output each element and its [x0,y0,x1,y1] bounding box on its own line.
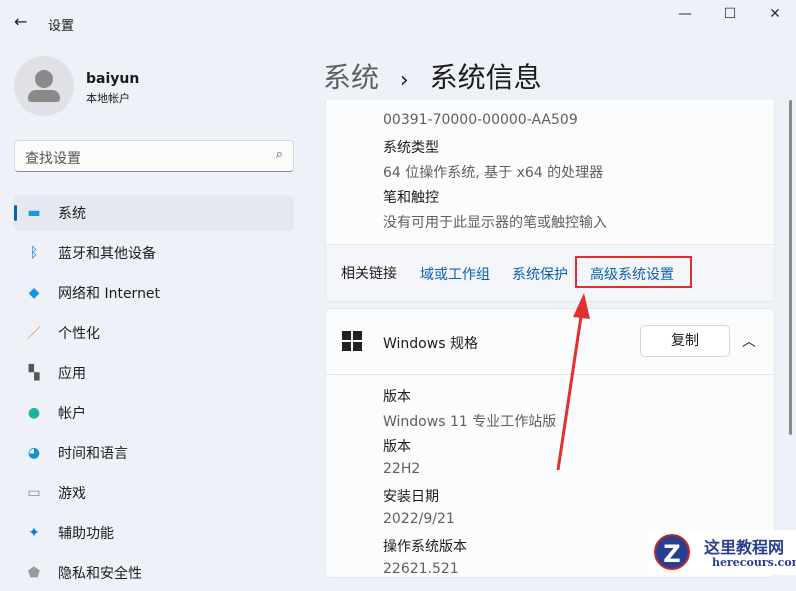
monitor-icon: ▬ [27,205,41,221]
sidebar-item-label: 帐户 [58,406,86,422]
sidebar-item[interactable]: ▚ 应用 [14,355,294,391]
sidebar-item-label: 应用 [58,366,86,382]
page-title: 系统信息 [429,61,542,94]
windows-specs-title: Windows 规格 [383,336,478,352]
pen-touch-label: 笔和触控 [383,190,439,206]
spec-label: 版本 [383,389,411,405]
account-type: 本地帐户 [86,92,130,105]
active-indicator [14,205,17,221]
sidebar-item[interactable]: ◆ 网络和 Internet [14,275,294,311]
sidebar-item-label: 个性化 [58,326,100,342]
accessibility-icon: ✦ [28,525,40,541]
sidebar-item-label: 隐私和安全性 [58,566,142,582]
brush-icon: ／ [27,326,41,342]
sidebar-item[interactable]: ✦ 辅助功能 [14,515,294,551]
search-icon: ⌕ [275,147,283,162]
sidebar-item-label: 辅助功能 [58,526,114,542]
system-type-value: 64 位操作系统, 基于 x64 的处理器 [383,165,604,181]
red-arrow-annotation [556,293,590,471]
watermark-name: 这里教程网 [704,538,785,557]
person-body-icon [28,90,60,102]
wifi-icon: ◆ [28,285,40,301]
search-placeholder: 查找设置 [25,151,81,167]
title-bar: ← 设置 — ☐ ✕ [0,0,796,45]
gamepad-icon: ▭ [27,485,41,501]
sidebar-item-label: 游戏 [58,486,86,502]
product-id: 00391-70000-00000-AA509 [383,112,578,128]
spec-value: Windows 11 专业工作站版 [383,414,557,430]
domain-workgroup-link[interactable]: 域或工作组 [420,264,490,284]
globe-clock-icon: ◕ [27,445,41,461]
user-name: baiyun [86,71,140,87]
minimize-button[interactable]: — [670,6,700,26]
sidebar-item-label: 时间和语言 [58,446,128,462]
highlight-box [575,256,692,288]
sidebar-item[interactable]: ▬ 系统 [14,195,294,231]
system-type-label: 系统类型 [383,140,439,156]
back-icon[interactable]: ← [14,12,27,31]
sidebar-item-label: 蓝牙和其他设备 [58,246,156,262]
sidebar-item[interactable]: ▭ 游戏 [14,475,294,511]
search-input[interactable]: 查找设置 ⌕ [14,140,294,172]
chevron-up-icon[interactable]: ︿ [742,331,756,351]
person-icon: ● [27,405,41,421]
sidebar-item[interactable]: ／ 个性化 [14,315,294,351]
shield-icon: ⬟ [27,565,41,581]
close-button[interactable]: ✕ [760,6,790,26]
sidebar-item-label: 系统 [58,206,86,222]
app-title: 设置 [48,19,75,34]
spec-value: 22H2 [383,461,421,477]
watermark: Z 这里教程网 herecours.com [648,530,796,575]
spec-label: 安装日期 [383,489,439,505]
avatar[interactable] [14,56,74,116]
scrollbar[interactable] [789,100,792,435]
copy-button[interactable]: 复制 [640,325,730,357]
sidebar-item-label: 网络和 Internet [58,286,161,302]
watermark-url: herecours.com [712,556,796,569]
bluetooth-icon: ᛒ [29,245,39,261]
watermark-logo-icon: Z [654,534,690,570]
spec-label: 版本 [383,439,411,455]
spec-value: 2022/9/21 [383,511,455,527]
sidebar-item[interactable]: ⬟ 隐私和安全性 [14,555,294,591]
breadcrumb-separator: › [399,68,409,93]
apps-icon: ▚ [28,365,40,381]
spec-label: 操作系统版本 [383,539,467,555]
related-links-label: 相关链接 [341,266,397,282]
breadcrumb-parent[interactable]: 系统 [323,61,379,94]
sidebar-item[interactable]: ᛒ 蓝牙和其他设备 [14,235,294,271]
sidebar-item[interactable]: ● 帐户 [14,395,294,431]
sidebar-item[interactable]: ◕ 时间和语言 [14,435,294,471]
system-protection-link[interactable]: 系统保护 [512,264,568,284]
windows-logo-icon [342,331,362,351]
pen-touch-value: 没有可用于此显示器的笔或触控输入 [383,215,607,231]
breadcrumb: 系统 › 系统信息 [323,56,542,96]
person-head-icon [35,70,53,88]
maximize-button[interactable]: ☐ [715,6,745,26]
